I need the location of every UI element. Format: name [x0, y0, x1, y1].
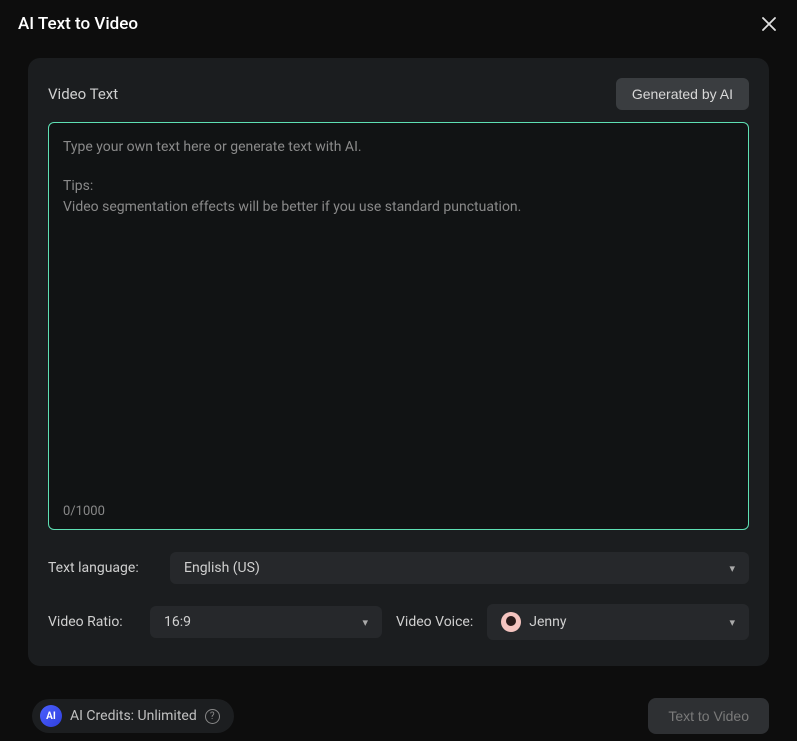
textarea-placeholder: Type your own text here or generate text… — [49, 123, 748, 232]
credits-pill: AI AI Credits: Unlimited ? — [32, 699, 234, 733]
placeholder-line: Tips: — [63, 178, 93, 194]
generated-by-ai-button[interactable]: Generated by AI — [616, 78, 749, 110]
ratio-label: Video Ratio: — [48, 614, 136, 630]
close-icon — [761, 16, 777, 32]
language-label: Text language: — [48, 560, 156, 576]
language-value: English (US) — [184, 560, 260, 576]
close-button[interactable] — [759, 14, 779, 34]
dialog-header: AI Text to Video — [0, 0, 797, 44]
voice-avatar-icon — [501, 612, 521, 632]
ratio-dropdown[interactable]: 16:9 ▾ — [150, 606, 382, 638]
ratio-voice-row: Video Ratio: 16:9 ▾ Video Voice: Jenny ▾ — [48, 604, 749, 640]
dialog-title: AI Text to Video — [18, 14, 138, 34]
video-text-header: Video Text Generated by AI — [48, 78, 749, 110]
language-row: Text language: English (US) ▾ — [48, 552, 749, 584]
character-counter: 0/1000 — [63, 504, 105, 519]
video-text-label: Video Text — [48, 85, 118, 103]
language-dropdown[interactable]: English (US) ▾ — [170, 552, 749, 584]
main-panel: Video Text Generated by AI Type your own… — [28, 58, 769, 666]
voice-dropdown[interactable]: Jenny ▾ — [487, 604, 749, 640]
voice-label: Video Voice: — [396, 614, 473, 630]
placeholder-line: Video segmentation effects will be bette… — [63, 199, 521, 215]
ai-badge-icon: AI — [40, 705, 62, 727]
text-to-video-button[interactable]: Text to Video — [648, 698, 769, 734]
chevron-down-icon: ▾ — [362, 616, 368, 629]
video-text-input[interactable]: Type your own text here or generate text… — [48, 122, 749, 530]
help-icon[interactable]: ? — [205, 709, 220, 724]
placeholder-line: Type your own text here or generate text… — [63, 137, 734, 158]
chevron-down-icon: ▾ — [729, 562, 735, 575]
credits-text: AI Credits: Unlimited — [70, 708, 197, 724]
ratio-value: 16:9 — [164, 614, 191, 630]
chevron-down-icon: ▾ — [729, 616, 735, 629]
footer: AI AI Credits: Unlimited ? Text to Video — [32, 698, 769, 734]
voice-value: Jenny — [529, 614, 566, 630]
